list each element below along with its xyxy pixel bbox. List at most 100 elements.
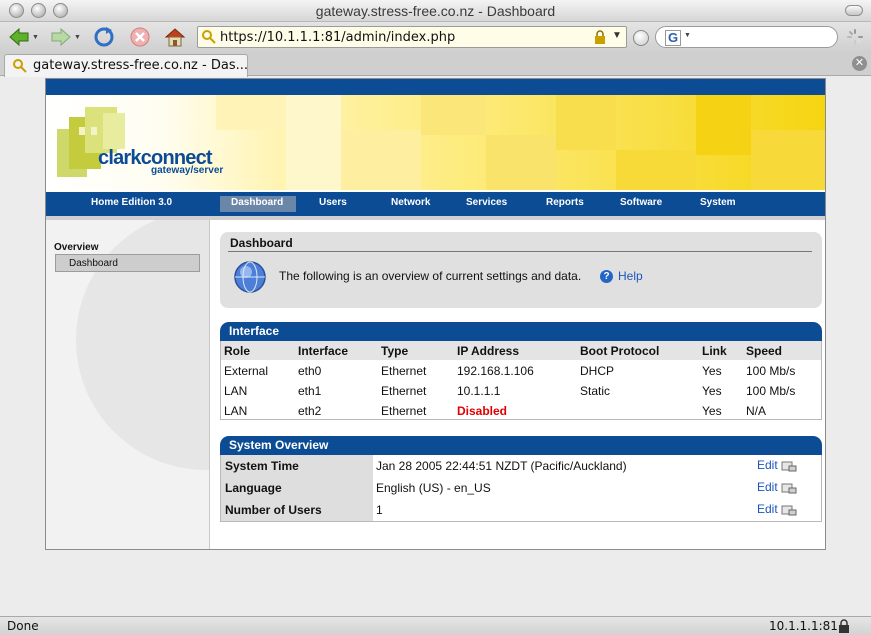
security-lock-icon[interactable]: [838, 619, 850, 633]
column-header-type: Type: [381, 344, 409, 358]
cell-speed: 100 Mb/s: [746, 384, 796, 398]
cell-type: Ethernet: [381, 364, 427, 378]
tab-bar: gateway.stress-free.co.nz - Das... ✕: [0, 53, 871, 77]
tab-label: gateway.stress-free.co.nz - Das...: [33, 58, 248, 73]
title-bar: gateway.stress-free.co.nz - Dashboard: [0, 0, 871, 22]
status-host: 10.1.1.1:81: [769, 619, 838, 633]
system-overview-header: System Overview: [220, 436, 822, 455]
spinner-icon: [847, 29, 863, 45]
nav-software[interactable]: Software: [620, 197, 662, 208]
interface-table: Role Interface Type IP Address Boot Prot…: [220, 341, 822, 420]
system-time-label: System Time: [225, 459, 299, 473]
back-icon: [9, 27, 29, 47]
go-button[interactable]: [633, 30, 649, 46]
search-engine-dropdown[interactable]: ▼: [684, 32, 691, 39]
main-nav: Home Edition 3.0 Dashboard Users Network…: [46, 190, 825, 216]
cell-role: LAN: [224, 404, 248, 418]
status-text: Done: [7, 619, 39, 633]
system-time-value: Jan 28 2005 22:44:51 NZDT (Pacific/Auckl…: [376, 459, 627, 473]
browser-window: gateway.stress-free.co.nz - Dashboard ▼ …: [0, 0, 871, 635]
cell-interface: eth0: [298, 364, 322, 378]
cell-interface: eth1: [298, 384, 322, 398]
cell-boot: DHCP: [580, 364, 615, 378]
home-icon: [164, 28, 186, 47]
cell-ip: 192.168.1.106: [457, 364, 534, 378]
clarkconnect-logo-icon: [57, 107, 125, 177]
reload-button[interactable]: [91, 25, 117, 49]
cell-link: Yes: [702, 404, 722, 418]
system-overview-title: System Overview: [229, 438, 329, 452]
stop-icon: [130, 27, 150, 47]
clarkconnect-page: clarkconnect gateway/server Home Edition…: [45, 78, 826, 550]
dashboard-panel: Dashboard The following is an overview o…: [220, 232, 822, 308]
cell-ip: 10.1.1.1: [457, 384, 501, 398]
cell-interface: eth2: [298, 404, 322, 418]
nav-dashboard[interactable]: Dashboard: [231, 197, 283, 208]
lock-icon: [595, 30, 605, 44]
column-header-boot: Boot Protocol: [580, 344, 660, 358]
cell-type: Ethernet: [381, 384, 427, 398]
page-viewport: clarkconnect gateway/server Home Edition…: [0, 77, 871, 616]
help-link[interactable]: Help: [618, 269, 643, 283]
url-text[interactable]: https://10.1.1.1:81/admin/index.php: [220, 30, 455, 45]
sidebar-heading: Overview: [54, 242, 99, 253]
reload-icon: [94, 27, 114, 47]
edit-icon[interactable]: [781, 504, 797, 516]
site-identity-icon: [202, 30, 216, 44]
cell-speed: N/A: [746, 404, 767, 418]
cell-link: Yes: [702, 364, 722, 378]
cell-ip-disabled: Disabled: [457, 404, 508, 418]
nav-system[interactable]: System: [700, 197, 736, 208]
edition-label: Home Edition 3.0: [91, 197, 173, 208]
tab-dashboard[interactable]: gateway.stress-free.co.nz - Das...: [4, 54, 248, 77]
forward-history-dropdown[interactable]: ▼: [74, 34, 81, 41]
help-icon[interactable]: ?: [600, 270, 613, 283]
column-header-ip: IP Address: [457, 344, 520, 358]
column-header-role: Role: [224, 344, 251, 358]
nav-services[interactable]: Services: [466, 197, 507, 208]
language-value: English (US) - en_US: [376, 481, 491, 495]
column-header-interface: Interface: [298, 344, 349, 358]
number-of-users-value: 1: [376, 503, 383, 517]
page-favicon-icon: [13, 59, 27, 73]
cell-type: Ethernet: [381, 404, 427, 418]
language-label: Language: [225, 481, 282, 495]
search-input[interactable]: G ▼: [655, 26, 838, 48]
top-strip: [46, 79, 825, 95]
sidebar-item-dashboard[interactable]: Dashboard: [55, 254, 200, 272]
url-history-dropdown[interactable]: ▼: [612, 30, 622, 41]
forward-icon: [51, 27, 71, 47]
google-icon[interactable]: G: [665, 30, 681, 46]
column-header-speed: Speed: [746, 344, 783, 358]
window-title: gateway.stress-free.co.nz - Dashboard: [315, 3, 556, 19]
edit-users-link[interactable]: Edit: [757, 502, 778, 516]
back-button[interactable]: [6, 25, 32, 49]
url-bar[interactable]: https://10.1.1.1:81/admin/index.php ▼: [197, 26, 627, 48]
navigation-toolbar: ▼ ▼ https://10.1.1.1:81/admin/index.php …: [0, 22, 871, 53]
nav-reports[interactable]: Reports: [546, 197, 584, 208]
close-tab-icon[interactable]: ✕: [852, 56, 867, 71]
nav-users[interactable]: Users: [319, 197, 347, 208]
number-of-users-label: Number of Users: [225, 503, 322, 517]
toolbar-toggle-button[interactable]: [845, 5, 863, 16]
edit-icon[interactable]: [781, 482, 797, 494]
forward-button[interactable]: [48, 25, 74, 49]
globe-icon: [234, 261, 266, 293]
dashboard-description: The following is an overview of current …: [279, 269, 582, 283]
cell-role: LAN: [224, 384, 248, 398]
edit-language-link[interactable]: Edit: [757, 480, 778, 494]
home-button[interactable]: [162, 25, 188, 49]
dashboard-title: Dashboard: [230, 236, 293, 250]
logo-subtext: gateway/server: [151, 165, 224, 176]
edit-icon[interactable]: [781, 460, 797, 472]
cell-role: External: [224, 364, 269, 378]
cell-speed: 100 Mb/s: [746, 364, 796, 378]
status-bar: Done 10.1.1.1:81: [0, 616, 871, 635]
interface-header: Interface: [220, 322, 822, 341]
stop-button[interactable]: [127, 25, 153, 49]
nav-network[interactable]: Network: [391, 197, 430, 208]
interface-column-headers: Role Interface Type IP Address Boot Prot…: [221, 341, 821, 360]
back-history-dropdown[interactable]: ▼: [32, 34, 39, 41]
interface-title: Interface: [229, 324, 280, 338]
edit-system-time-link[interactable]: Edit: [757, 458, 778, 472]
